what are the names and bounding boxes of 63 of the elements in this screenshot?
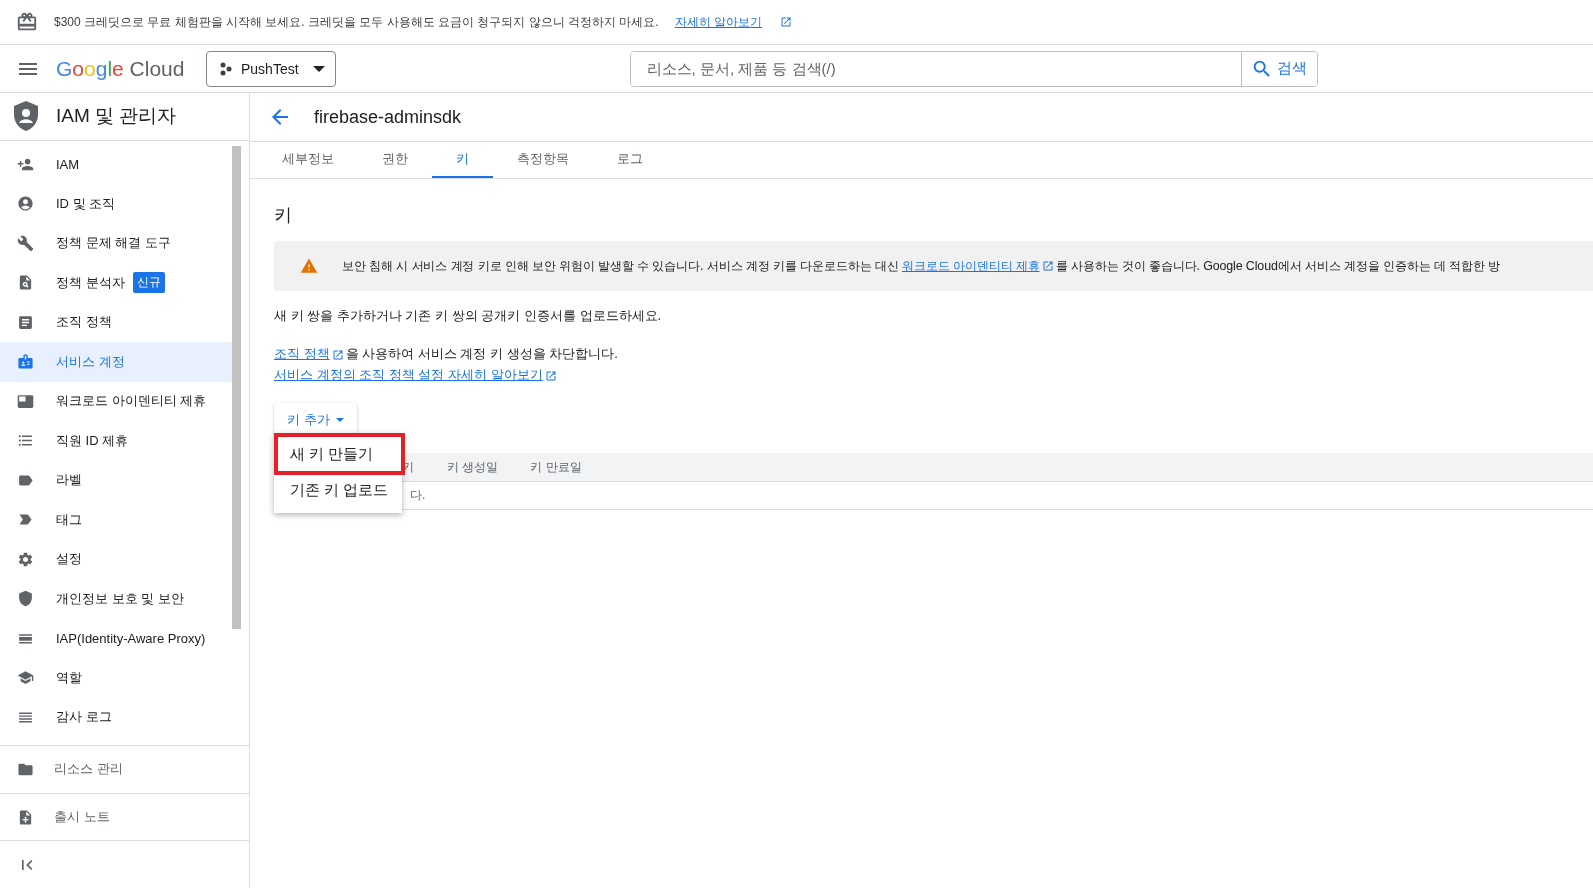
warning-text: 보안 침해 시 서비스 계정 키로 인해 보안 위험이 발생할 수 있습니다. 서비스 계정 키를 다운로드하는 대신 워크로드 아이덴티티 제휴 를 사용하는 것이 좋습니다. Google Cloud에서 서비스 계정을 인증하는 데 적합한 방 [342, 257, 1501, 275]
sidebar-item[interactable]: IAM [0, 144, 233, 185]
external-link-icon [1041, 260, 1054, 273]
search-button[interactable]: 검색 [1240, 51, 1317, 86]
badge-icon [17, 353, 34, 371]
learn-more-link[interactable]: 자세히 알아보기 [674, 13, 763, 31]
intro-text: 새 키 쌍을 추가하거나 기존 키 쌍의 공개키 인증서를 업로드하세요. [274, 307, 663, 325]
section-heading: 키 [274, 204, 293, 227]
scrollbar[interactable] [232, 146, 241, 629]
project-selector[interactable]: PushTest [206, 50, 336, 87]
external-link-icon [544, 369, 557, 382]
sidebar-item[interactable]: 서비스 계정 [0, 342, 233, 382]
sidebar-item[interactable]: 설정 [0, 539, 233, 580]
project-icon [219, 61, 233, 76]
sidebar-item[interactable]: 정책 문제 해결 도구 [0, 223, 233, 264]
empty-table-text: 다. [410, 487, 426, 504]
id-card-icon [17, 392, 34, 410]
tab[interactable]: 권한 [358, 142, 432, 178]
settings-icon [17, 550, 34, 568]
wrench-icon [17, 234, 34, 252]
menu-item[interactable]: 새 키 만들기 [274, 433, 405, 475]
sidebar-item[interactable]: 감사 로그 [0, 697, 233, 738]
new-badge: 신규 [132, 272, 165, 294]
external-link-icon [780, 16, 793, 28]
sidebar-item[interactable]: 조직 정책 [0, 302, 233, 343]
workload-identity-link[interactable]: 워크로드 아이덴티티 제휴 [901, 258, 1040, 273]
sidebar-item[interactable]: 라벨 [0, 460, 233, 501]
menu-item[interactable]: 기존 키 업로드 [274, 475, 402, 505]
external-link-icon [331, 348, 344, 361]
column-header: 키 생성일 [447, 458, 499, 476]
hat-icon [17, 669, 34, 687]
sidebar-item[interactable]: 역할 [0, 658, 233, 698]
policy-settings-link[interactable]: 서비스 계정의 조직 정책 설정 자세히 알아보기 [274, 367, 543, 382]
column-header: 키 만료일 [530, 458, 582, 476]
warning-icon [300, 257, 318, 275]
shield-icon [14, 101, 38, 132]
policy-text: 조직 정책 을 사용하여 서비스 계정 키 생성을 차단합니다. [274, 345, 619, 363]
tab[interactable]: 측정항목 [493, 142, 593, 178]
sidebar-item[interactable]: 개인정보 보호 및 보안 [0, 579, 233, 619]
caret-icon [335, 417, 344, 422]
sidebar-item[interactable]: 출시 노트 [0, 792, 249, 841]
article-icon [17, 313, 34, 331]
sidebar-item[interactable]: 정책 분석자 신규 [0, 263, 233, 303]
tab[interactable]: 로그 [593, 142, 667, 178]
search-bar[interactable]: 리소스, 문서, 제품 등 검색(/) 검색 [629, 50, 1318, 87]
note-icon [17, 808, 34, 826]
org-policy-link[interactable]: 조직 정책 [274, 346, 330, 361]
banner-text: $300 크레딧으로 무료 체험판을 시작해 보세요. 크레딧을 모두 사용해도 요금이 청구되지 않으니 걱정하지 마세요. [54, 13, 659, 31]
sidebar-item[interactable]: 태그 [0, 500, 233, 540]
logo[interactable]: Google Cloud [56, 56, 206, 81]
tab[interactable]: 키 [432, 142, 493, 178]
shield-icon [17, 590, 34, 608]
sidebar-item[interactable]: ID 및 조직 [0, 184, 233, 224]
document-search-icon [17, 274, 34, 292]
caret-icon [312, 65, 325, 72]
tab[interactable]: 세부정보 [258, 142, 358, 178]
sidebar-item[interactable]: 직원 ID 제휴 [0, 421, 233, 461]
product-title: IAM 및 관리자 [56, 104, 177, 129]
page-title: firebase-adminsdk [314, 106, 462, 128]
gift-icon [16, 11, 38, 33]
sidebar-item[interactable]: 워크로드 아이덴티티 제휴 [0, 381, 233, 422]
sidebar-item[interactable]: 리소스 관리 [0, 745, 249, 793]
sidebar-item[interactable]: IAP(Identity-Aware Proxy) [0, 618, 233, 659]
